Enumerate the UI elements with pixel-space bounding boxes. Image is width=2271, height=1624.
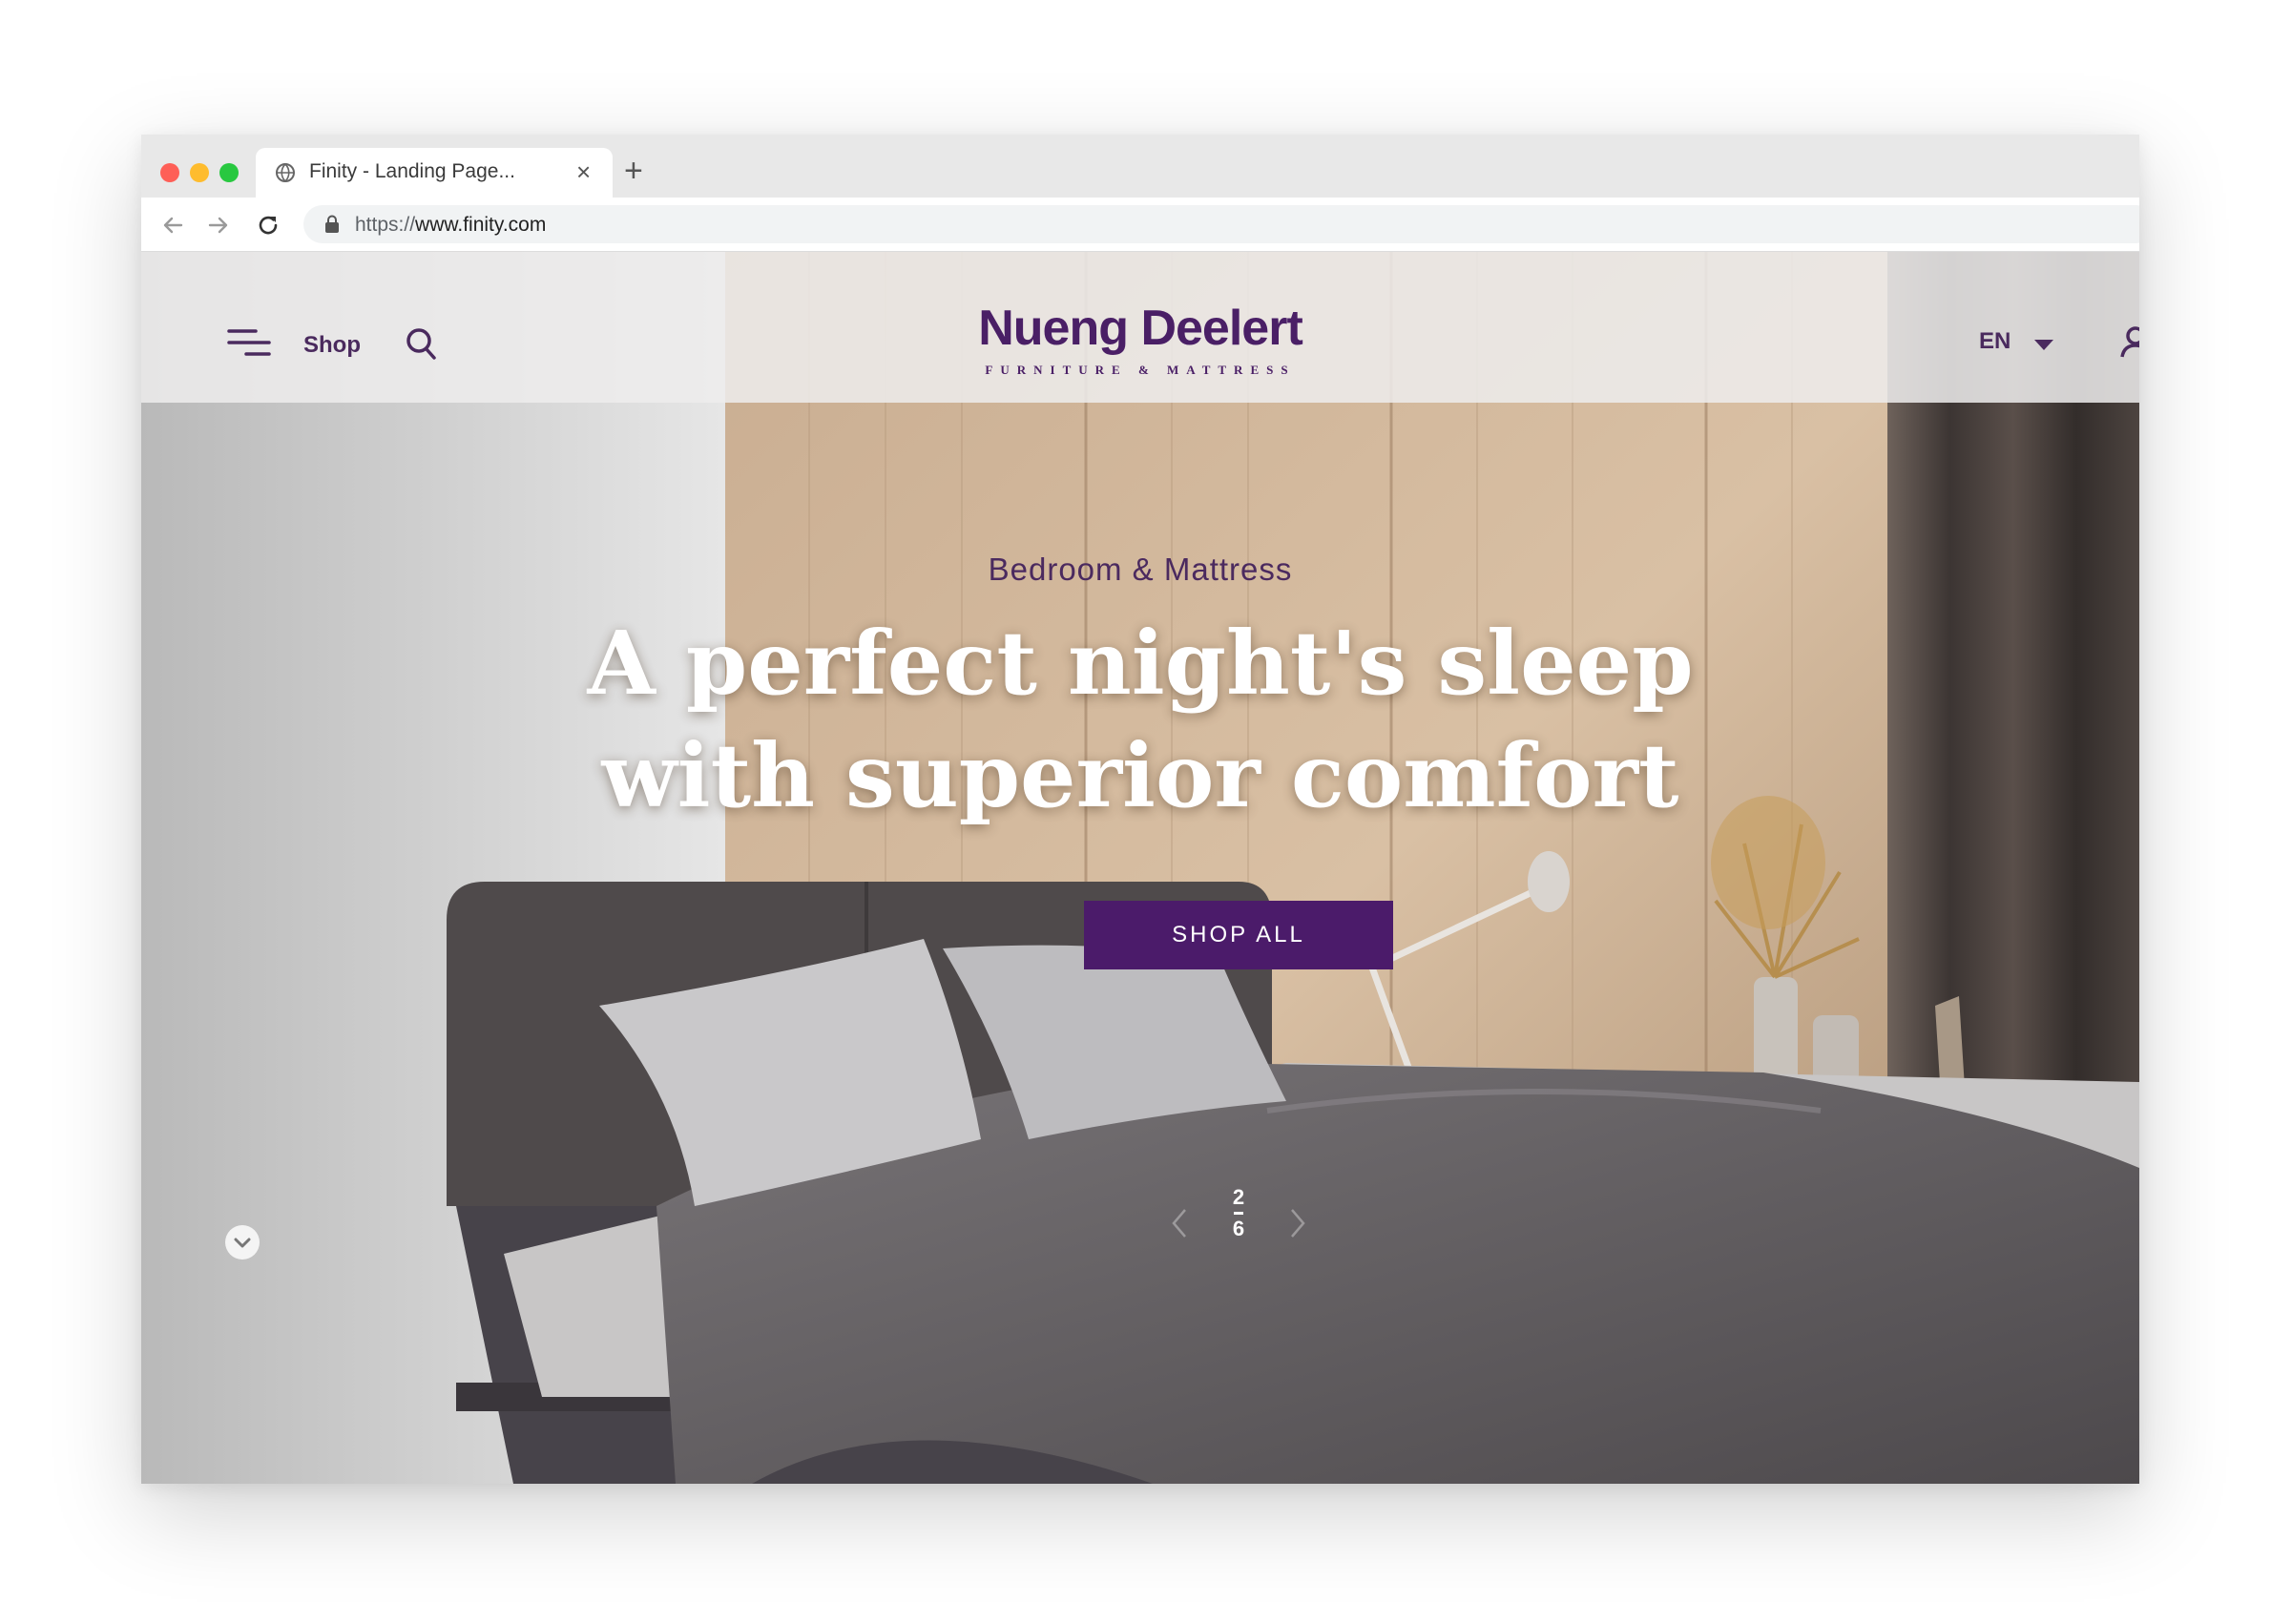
url-text: https://www.finity.com bbox=[355, 214, 546, 237]
slide-separator bbox=[1234, 1212, 1243, 1215]
browser-window: Finity - Landing Page... × + https://www… bbox=[141, 135, 2139, 1484]
globe-icon bbox=[276, 163, 295, 182]
close-tab-button[interactable]: × bbox=[576, 158, 591, 185]
scroll-down-button[interactable] bbox=[225, 1225, 260, 1260]
tab-title: Finity - Landing Page... bbox=[309, 160, 515, 182]
hero-title-line-1: A perfect night's sleep bbox=[587, 612, 1694, 715]
hero-eyebrow: Bedroom & Mattress bbox=[988, 552, 1293, 587]
user-icon[interactable] bbox=[2118, 324, 2139, 361]
hero-title: A perfect night's sleep with superior co… bbox=[141, 607, 2139, 832]
slide-total: 6 bbox=[1232, 1217, 1245, 1240]
forward-arrow-icon[interactable] bbox=[206, 213, 231, 238]
url-field[interactable]: https://www.finity.com bbox=[303, 205, 2139, 243]
shop-all-button[interactable]: SHOP ALL bbox=[1084, 901, 1393, 969]
close-window-button[interactable] bbox=[160, 163, 179, 182]
hero-bedroom-image bbox=[141, 252, 2139, 1484]
address-bar: https://www.finity.com bbox=[141, 198, 2139, 252]
chevron-down-icon bbox=[234, 1238, 251, 1248]
url-host: www.finity.com bbox=[415, 214, 547, 236]
back-arrow-icon[interactable] bbox=[160, 213, 185, 238]
lock-icon bbox=[325, 215, 339, 233]
language-code: EN bbox=[1979, 328, 2011, 354]
chevron-left-icon[interactable] bbox=[1168, 1206, 1191, 1240]
tab-bar: Finity - Landing Page... × + bbox=[141, 135, 2139, 198]
language-selector[interactable]: EN bbox=[1979, 328, 2053, 359]
brand-tagline: FURNITURE & MATTRESS bbox=[985, 363, 1296, 377]
hero-title-line-2: with superior comfort bbox=[601, 724, 1679, 827]
caret-down-icon bbox=[2034, 340, 2053, 350]
site-header: Shop Nueng Deelert FURNITURE & MATTRESS … bbox=[141, 252, 2139, 403]
minimize-window-button[interactable] bbox=[190, 163, 209, 182]
maximize-window-button[interactable] bbox=[219, 163, 239, 182]
chevron-right-icon[interactable] bbox=[1286, 1206, 1309, 1240]
brand-logo[interactable]: Nueng Deelert bbox=[141, 300, 2139, 357]
url-scheme: https:// bbox=[355, 214, 416, 236]
new-tab-button[interactable]: + bbox=[624, 154, 643, 188]
reload-icon[interactable] bbox=[256, 213, 281, 238]
slide-counter: 2 6 bbox=[1219, 1183, 1258, 1243]
slide-current: 2 bbox=[1232, 1185, 1245, 1209]
landing-page: Shop Nueng Deelert FURNITURE & MATTRESS … bbox=[141, 252, 2139, 1484]
browser-tab[interactable]: Finity - Landing Page... × bbox=[256, 148, 613, 198]
